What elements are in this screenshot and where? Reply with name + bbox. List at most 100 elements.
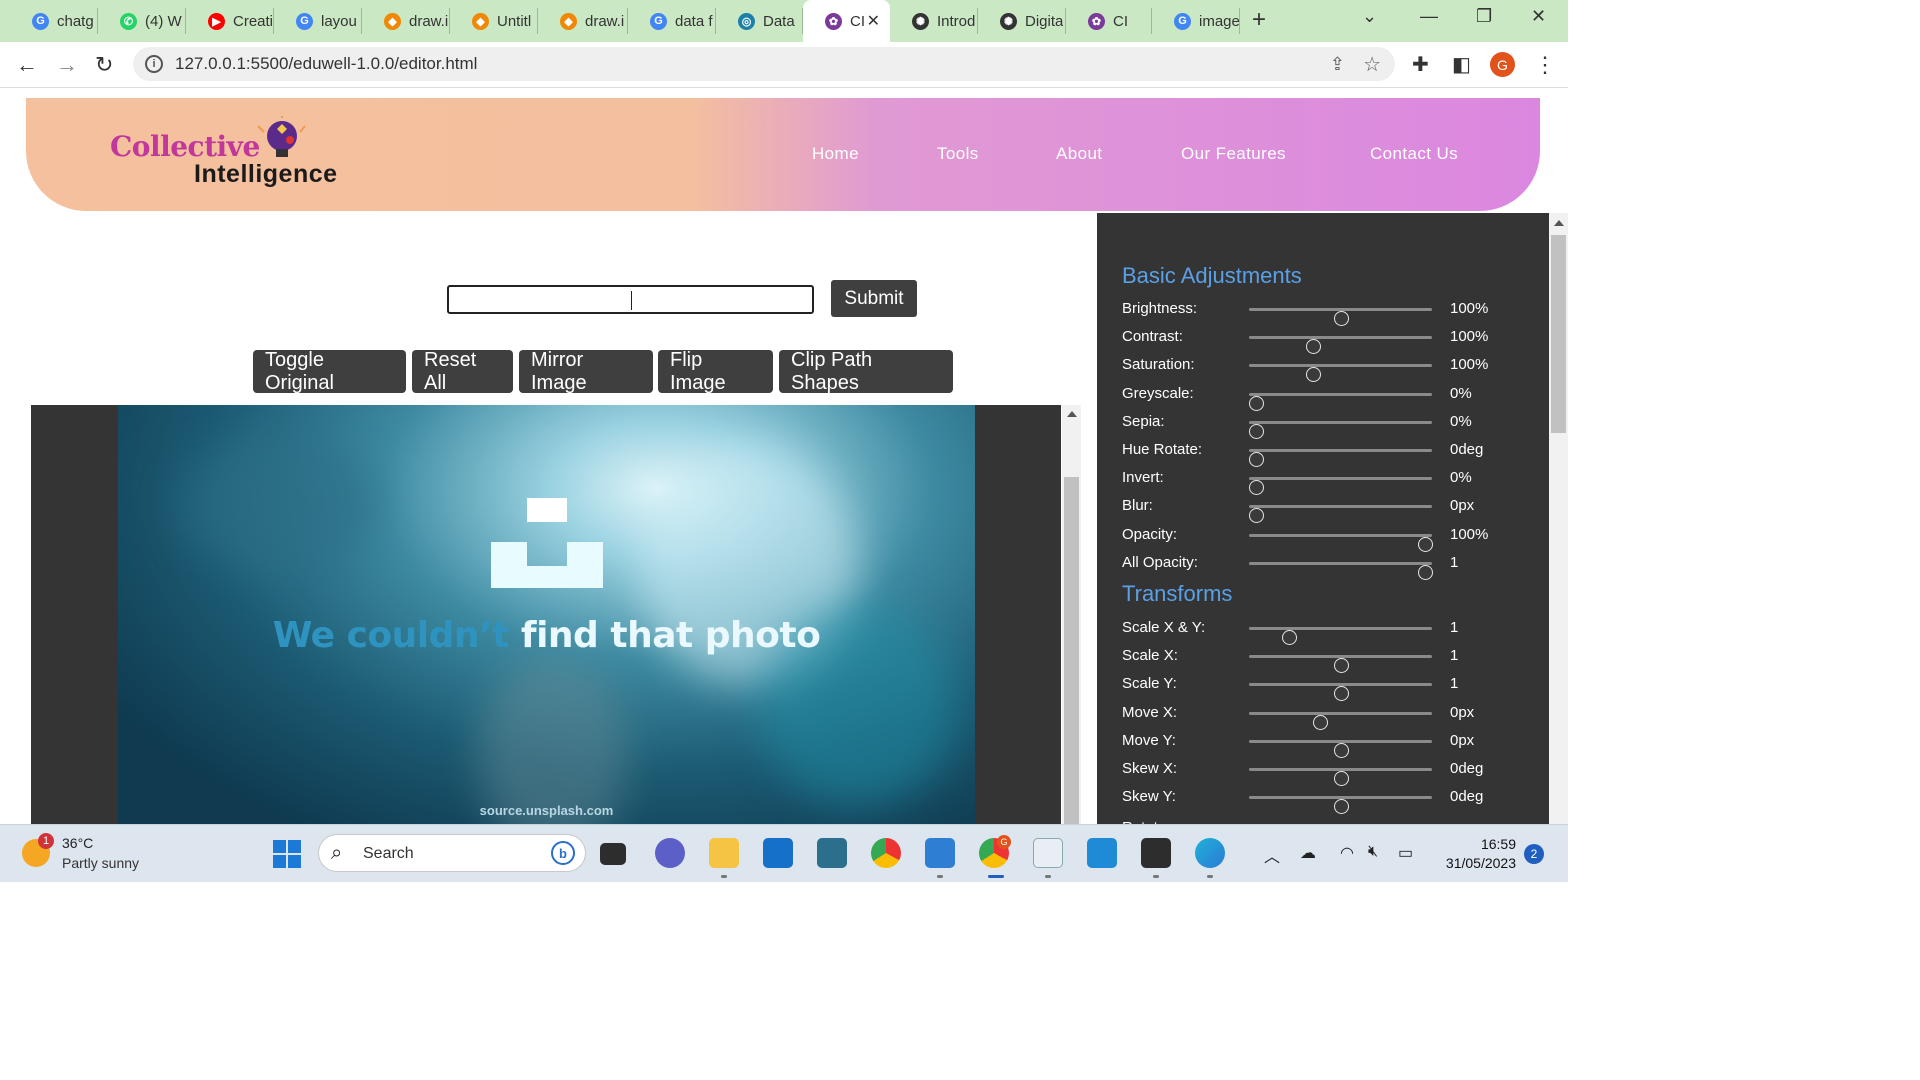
profile-avatar[interactable]: G (1490, 52, 1515, 77)
forward-icon[interactable]: → (56, 52, 78, 78)
notepad-icon[interactable] (925, 838, 955, 868)
document-app-icon[interactable] (1033, 838, 1063, 868)
system-clock[interactable]: 16:59 31/05/2023 (1438, 835, 1516, 873)
range-slider[interactable] (1249, 683, 1432, 702)
browser-tab[interactable]: ◆ draw.i (362, 8, 450, 34)
page-scroll-up-arrow-icon[interactable] (1554, 220, 1564, 226)
slider-handle[interactable] (1249, 395, 1265, 411)
slider-handle[interactable] (1333, 742, 1349, 758)
browser-menu-icon[interactable]: ⋮ (1534, 52, 1556, 78)
site-info-icon[interactable]: i (145, 55, 163, 73)
canvas-scrollbar[interactable] (1062, 405, 1081, 824)
slider-handle[interactable] (1249, 452, 1265, 467)
browser-tab[interactable]: ✿ CI ✕ (803, 0, 890, 42)
page-scrollbar[interactable] (1549, 213, 1568, 824)
url-text[interactable]: 127.0.0.1:5500/eduwell-1.0.0/editor.html (175, 54, 477, 74)
scrollbar-thumb[interactable] (1064, 477, 1079, 824)
slider-handle[interactable] (1333, 686, 1349, 702)
chevron-up-icon[interactable]: ︿ (1264, 843, 1280, 867)
browser-tab[interactable]: ◆ draw.i (538, 8, 628, 34)
range-slider[interactable] (1249, 711, 1432, 730)
range-slider[interactable] (1249, 627, 1432, 645)
new-tab-button[interactable]: + (1252, 6, 1266, 34)
range-slider[interactable] (1249, 477, 1432, 496)
browser-tab[interactable]: ✺ Introd (890, 8, 978, 34)
windows-start-icon[interactable] (272, 839, 302, 869)
page-scrollbar-thumb[interactable] (1551, 235, 1566, 433)
share-icon[interactable]: ⇪ (1330, 54, 1345, 75)
nav-our-features[interactable]: Our Features (1181, 144, 1286, 164)
browser-tab[interactable]: ▶ Creati (186, 8, 274, 34)
restore-icon[interactable]: ❐ (1476, 6, 1492, 27)
edge-icon[interactable] (1195, 838, 1225, 868)
image-canvas[interactable]: We couldn’t find that photo source.unspl… (31, 405, 1061, 824)
side-panel-icon[interactable]: ◧ (1452, 52, 1471, 77)
slider-handle[interactable] (1306, 339, 1322, 355)
keyboard-app-icon[interactable] (817, 838, 847, 868)
clip-path-shapes-button[interactable]: Clip Path Shapes (779, 349, 953, 394)
slider-handle[interactable] (1249, 423, 1265, 439)
vscode-icon[interactable] (1087, 838, 1117, 868)
terminal-icon[interactable] (1141, 838, 1171, 868)
notification-badge[interactable]: 2 (1524, 844, 1544, 864)
submit-button[interactable]: Submit (831, 280, 917, 317)
back-icon[interactable]: ← (16, 52, 38, 78)
browser-tab[interactable]: Gimage (1152, 8, 1240, 34)
taskbar-search[interactable]: ⌕ Search b (318, 834, 586, 872)
slider-handle[interactable] (1333, 771, 1349, 786)
slider-handle[interactable] (1333, 799, 1349, 815)
nav-contact-us[interactable]: Contact Us (1370, 144, 1458, 164)
minimize-icon[interactable]: — (1420, 6, 1438, 27)
slider-handle[interactable] (1333, 658, 1349, 674)
nav-home[interactable]: Home (812, 144, 859, 164)
range-slider[interactable] (1249, 768, 1432, 786)
range-slider[interactable] (1249, 796, 1432, 815)
browser-tab[interactable]: ◎ Data (716, 8, 803, 34)
close-tab-icon[interactable]: ✕ (867, 11, 880, 31)
slider-handle[interactable] (1282, 630, 1298, 645)
slider-handle[interactable] (1313, 714, 1329, 730)
slider-handle[interactable] (1249, 480, 1265, 496)
file-explorer-icon[interactable] (709, 838, 739, 868)
slider-handle[interactable] (1333, 311, 1349, 326)
slider-handle[interactable] (1417, 536, 1433, 552)
slider-handle[interactable] (1249, 508, 1265, 524)
range-slider[interactable] (1249, 392, 1432, 411)
omnibox[interactable]: i 127.0.0.1:5500/eduwell-1.0.0/editor.ht… (133, 47, 1395, 81)
image-search-input[interactable] (447, 285, 814, 314)
teams-chat-icon[interactable] (655, 838, 685, 868)
browser-tab[interactable]: ✿ CI (1066, 8, 1152, 34)
range-slider[interactable] (1249, 561, 1433, 580)
range-slider[interactable] (1249, 739, 1432, 758)
preview-image[interactable]: We couldn’t find that photo source.unspl… (118, 405, 975, 824)
chrome-icon[interactable] (871, 838, 901, 868)
nav-tools[interactable]: Tools (937, 144, 979, 164)
range-slider[interactable] (1249, 420, 1432, 439)
tab-search-icon[interactable]: ⌄ (1362, 6, 1377, 27)
browser-tab[interactable]: ✆ (4) W (98, 8, 186, 34)
speaker-muted-icon[interactable]: 🔇︎ (1368, 843, 1378, 861)
bing-icon[interactable]: b (551, 841, 575, 865)
browser-tab[interactable]: Gdata f (628, 8, 716, 34)
close-window-icon[interactable]: ✕ (1531, 6, 1546, 27)
range-slider[interactable] (1249, 449, 1432, 467)
slider-handle[interactable] (1306, 367, 1322, 383)
range-slider[interactable] (1249, 308, 1432, 326)
flip-image-button[interactable]: Flip Image (658, 349, 773, 394)
browser-tab[interactable]: Gchatg (10, 8, 98, 34)
task-view-icon[interactable] (600, 843, 626, 865)
range-slider[interactable] (1249, 336, 1432, 355)
range-slider[interactable] (1249, 505, 1432, 524)
range-slider[interactable] (1249, 655, 1432, 674)
slider-handle[interactable] (1417, 564, 1433, 580)
scroll-up-arrow-icon[interactable] (1067, 411, 1077, 417)
browser-tab[interactable]: ◆ Untitl (450, 8, 538, 34)
nav-about[interactable]: About (1056, 144, 1102, 164)
browser-tab[interactable]: Glayou (274, 8, 362, 34)
reload-icon[interactable]: ↻ (95, 52, 113, 78)
reset-all-button[interactable]: Reset All (412, 349, 513, 394)
browser-tab[interactable]: ✺ Digita (978, 8, 1066, 34)
mail-icon[interactable] (763, 838, 793, 868)
extensions-icon[interactable]: ✚ (1412, 52, 1429, 77)
toggle-original-button[interactable]: Toggle Original (253, 349, 406, 394)
